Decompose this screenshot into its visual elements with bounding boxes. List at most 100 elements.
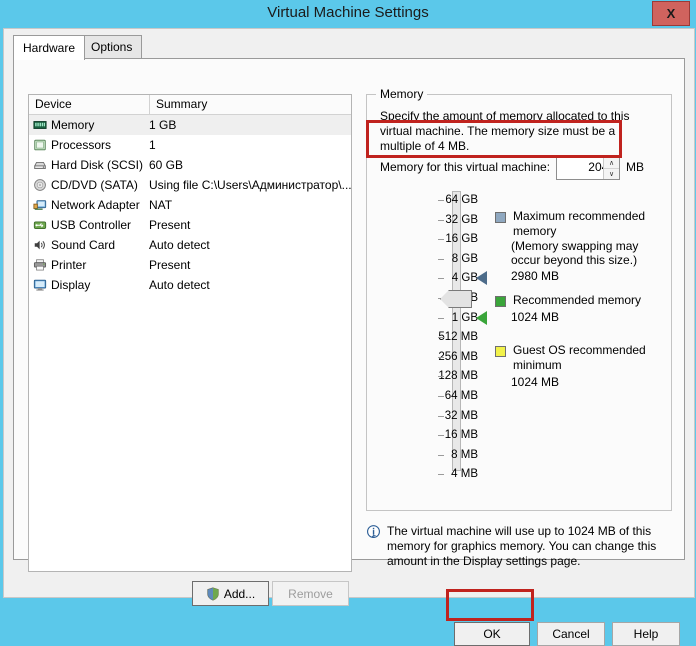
device-row-network-adapter[interactable]: Network Adapter NAT bbox=[29, 195, 351, 215]
slider-tick-mark bbox=[438, 258, 444, 260]
remove-button: Remove bbox=[272, 581, 349, 606]
remove-button-label: Remove bbox=[288, 586, 333, 601]
device-summary: Present bbox=[149, 258, 191, 272]
max-recommended-marker-icon bbox=[476, 271, 487, 286]
memory-group-box: Memory Specify the amount of memory allo… bbox=[366, 87, 672, 511]
legend-item: Recommended memory 1024 MB bbox=[495, 293, 667, 326]
device-name-cell: Memory bbox=[29, 118, 143, 132]
memory-field-row: Memory for this virtual machine: 2048 ∧ … bbox=[380, 157, 650, 180]
info-icon bbox=[367, 525, 380, 539]
stepper-down-icon[interactable]: ∨ bbox=[604, 169, 619, 179]
slider-tick-mark bbox=[438, 200, 444, 201]
memory-stepper[interactable]: ∧ ∨ bbox=[603, 158, 619, 179]
device-row-cd-dvd-sata[interactable]: CD/DVD (SATA) Using file C:\Users\Админис… bbox=[29, 175, 351, 195]
settings-dialog: Hardware Options Device Summary Memory 1 … bbox=[3, 28, 695, 646]
title-bar: Virtual Machine Settings X bbox=[0, 0, 696, 28]
device-summary: Auto detect bbox=[149, 238, 210, 252]
stepper-up-icon[interactable]: ∧ bbox=[604, 158, 619, 169]
column-header-summary: Summary bbox=[156, 97, 208, 111]
device-row-sound-card[interactable]: Sound Card Auto detect bbox=[29, 235, 351, 255]
device-summary: NAT bbox=[149, 198, 173, 212]
memory-slider[interactable]: 64 GB32 GB16 GB8 GB4 GB2 GB1 GB512 MB256… bbox=[380, 191, 500, 485]
device-name-cell: Sound Card bbox=[29, 238, 143, 252]
device-summary: 1 bbox=[149, 138, 156, 152]
device-summary: 60 GB bbox=[149, 158, 184, 172]
legend-swatch-icon bbox=[495, 346, 506, 357]
slider-tick-mark bbox=[438, 415, 444, 417]
close-icon[interactable]: X bbox=[652, 1, 690, 26]
usb-controller-icon bbox=[33, 218, 47, 232]
device-row-printer[interactable]: Printer Present bbox=[29, 255, 351, 275]
device-label: Memory bbox=[51, 118, 95, 132]
recommended-marker-icon bbox=[476, 310, 487, 325]
memory-unit-label: MB bbox=[626, 160, 644, 174]
hardware-tab-panel: Device Summary Memory 1 GB Processors 1 Hard… bbox=[13, 58, 685, 572]
device-rows: Memory 1 GB Processors 1 Hard Disk (SCSI) 60 … bbox=[29, 115, 351, 295]
slider-tick-mark bbox=[438, 454, 444, 456]
add-button-label: Add... bbox=[223, 586, 256, 601]
device-row-memory[interactable]: Memory 1 GB bbox=[29, 115, 351, 135]
device-name-cell: USB Controller bbox=[29, 218, 143, 232]
device-label: Sound Card bbox=[51, 238, 116, 252]
slider-tick-mark bbox=[438, 356, 444, 358]
help-button[interactable]: Help bbox=[612, 622, 680, 646]
device-name-cell: Processors bbox=[29, 138, 143, 152]
column-header-device: Device bbox=[29, 95, 150, 114]
add-button[interactable]: Add... bbox=[192, 581, 269, 606]
ok-button[interactable]: OK bbox=[454, 622, 530, 646]
device-summary: Present bbox=[149, 218, 191, 232]
device-label: Processors bbox=[51, 138, 112, 152]
slider-tick-mark bbox=[438, 435, 444, 437]
device-list[interactable]: Device Summary Memory 1 GB Processors 1 Hard… bbox=[28, 94, 352, 572]
legend-title: Maximum recommended memory bbox=[513, 209, 646, 238]
hard-disk-icon bbox=[33, 158, 47, 172]
legend-swatch-icon bbox=[495, 212, 506, 223]
legend-value: 2980 MB bbox=[511, 269, 560, 283]
note-text: The virtual machine will use up to 1024 … bbox=[387, 524, 657, 568]
slider-tick-mark bbox=[438, 474, 444, 476]
slider-tick-mark bbox=[438, 278, 444, 280]
sound-card-icon bbox=[33, 238, 47, 252]
shield-icon bbox=[207, 586, 219, 601]
device-name-cell: Network Adapter bbox=[29, 198, 143, 212]
legend-swatch-icon bbox=[495, 296, 506, 307]
legend-title: Guest OS recommended minimum bbox=[513, 343, 646, 372]
legend-item: Guest OS recommended minimum 1024 MB bbox=[495, 343, 667, 391]
display-icon bbox=[33, 278, 47, 292]
printer-icon bbox=[33, 258, 47, 272]
processor-icon bbox=[33, 138, 47, 152]
legend-value: 1024 MB bbox=[511, 375, 560, 389]
slider-tick-mark bbox=[438, 396, 444, 397]
device-row-processors[interactable]: Processors 1 bbox=[29, 135, 351, 155]
memory-input[interactable]: 2048 ∧ ∨ bbox=[556, 157, 620, 180]
device-row-hard-disk-scsi[interactable]: Hard Disk (SCSI) 60 GB bbox=[29, 155, 351, 175]
device-list-header: Device Summary bbox=[29, 95, 351, 115]
memory-icon bbox=[33, 118, 47, 132]
device-row-display[interactable]: Display Auto detect bbox=[29, 275, 351, 295]
tab-hardware[interactable]: Hardware bbox=[13, 35, 86, 60]
slider-tick-mark bbox=[438, 376, 444, 378]
device-row-usb-controller[interactable]: USB Controller Present bbox=[29, 215, 351, 235]
network-adapter-icon bbox=[33, 198, 47, 212]
device-label: USB Controller bbox=[51, 218, 132, 232]
cancel-button[interactable]: Cancel bbox=[537, 622, 605, 646]
slider-tick-mark bbox=[438, 337, 444, 339]
device-name-cell: CD/DVD (SATA) bbox=[29, 178, 143, 192]
memory-description: Specify the amount of memory allocated t… bbox=[380, 109, 630, 153]
slider-tick-mark bbox=[438, 219, 444, 221]
legend-item: Maximum recommended memory (Memory swappi… bbox=[495, 209, 667, 285]
legend-title: Recommended memory bbox=[513, 293, 642, 307]
device-summary: 1 GB bbox=[149, 118, 177, 132]
device-label: Network Adapter bbox=[51, 198, 140, 212]
legend-value: 1024 MB bbox=[511, 310, 560, 324]
device-summary: Auto detect bbox=[149, 278, 210, 292]
device-label: Display bbox=[51, 278, 91, 292]
memory-field-label: Memory for this virtual machine: bbox=[380, 160, 551, 174]
window-title: Virtual Machine Settings bbox=[267, 4, 429, 21]
memory-group-title: Memory bbox=[376, 87, 428, 101]
device-label: Printer bbox=[51, 258, 87, 272]
tab-options[interactable]: Options bbox=[81, 35, 143, 59]
legend-subtitle: (Memory swapping may occur beyond this s… bbox=[511, 239, 639, 267]
slider-tick-mark bbox=[438, 239, 444, 241]
device-summary: Using file C:\Users\Администратор\... bbox=[149, 178, 351, 192]
